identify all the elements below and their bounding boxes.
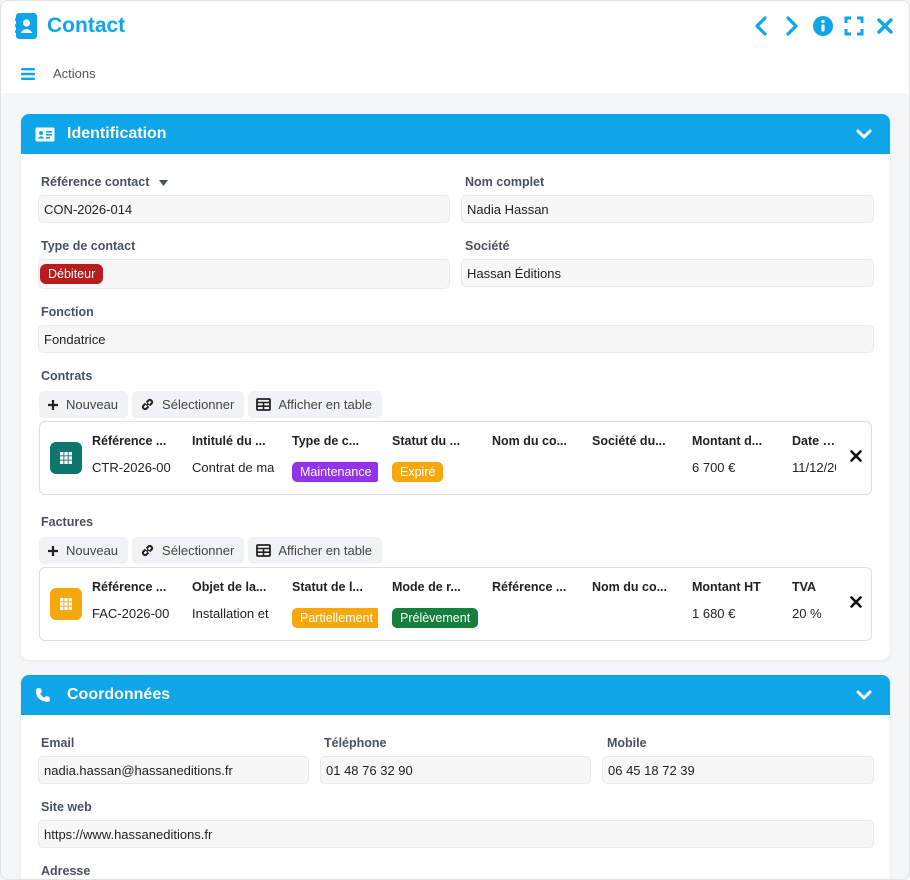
table-cell[interactable]: Société du... — [592, 422, 678, 496]
top-bar: Contact Actions — [1, 1, 909, 93]
remove-icon[interactable] — [850, 596, 862, 608]
type-badge: Maintenance — [292, 462, 378, 482]
societe-field[interactable]: Hassan Éditions — [461, 259, 874, 287]
coordonnees-header[interactable]: Coordonnées — [21, 675, 890, 715]
chevron-left-icon[interactable] — [750, 15, 771, 36]
reference-label: Référence contact — [41, 175, 168, 189]
coordonnees-section: Coordonnées Email nadia.hassan@hassanedi… — [21, 675, 890, 879]
table-cell[interactable]: Statut du ... Expiré — [392, 422, 478, 496]
factures-label: Factures — [41, 515, 94, 529]
contrats-table: Référence ... CTR-2026-00 Intitulé du ...… — [39, 421, 872, 495]
id-card-icon — [35, 125, 57, 143]
email-field[interactable]: nadia.hassan@hassaneditions.fr — [38, 756, 309, 784]
adresse-label: Adresse — [41, 864, 91, 878]
table-cell[interactable]: Statut de l... Partiellement — [292, 568, 378, 642]
remove-icon[interactable] — [850, 450, 862, 462]
table-cell[interactable]: Référence ... CTR-2026-00 — [92, 422, 178, 496]
caret-down-icon[interactable] — [158, 180, 168, 186]
fullscreen-icon[interactable] — [843, 15, 864, 36]
telephone-field[interactable]: 01 48 76 32 90 — [320, 756, 591, 784]
factures-select-button[interactable]: Sélectionner — [132, 537, 245, 564]
contrats-select-button[interactable]: Sélectionner — [132, 391, 245, 418]
site-field[interactable]: https://www.hassaneditions.fr — [38, 820, 874, 848]
actions-menu[interactable]: Actions — [21, 66, 96, 81]
status-badge: Expiré — [392, 462, 444, 482]
fonction-label: Fonction — [41, 305, 94, 319]
table-cell[interactable]: Objet de la... Installation et — [192, 568, 278, 642]
status-badge: Partiellement — [292, 608, 378, 628]
telephone-label: Téléphone — [324, 736, 387, 750]
table-cell[interactable]: Montant d... 6 700 € — [692, 422, 778, 496]
contrats-toolbar: Nouveau Sélectionner Afficher en table — [39, 391, 383, 418]
type-field[interactable]: Débiteur — [38, 259, 450, 289]
table-cell[interactable]: Référence ... — [492, 568, 578, 642]
identification-header[interactable]: Identification — [21, 114, 890, 154]
site-label: Site web — [41, 800, 92, 814]
contrats-table-button[interactable]: Afficher en table — [248, 391, 383, 418]
section-title: Identification — [67, 125, 167, 142]
table-icon — [256, 398, 272, 411]
page-title: Contact — [47, 14, 126, 37]
societe-label: Société — [465, 239, 510, 253]
factures-table: Référence ... FAC-2026-00 Objet de la... I… — [39, 567, 872, 641]
contact-window: Contact Actions Identification Référence… — [0, 0, 910, 880]
fonction-field[interactable]: Fondatrice — [38, 325, 874, 353]
table-cell[interactable]: TVA 20 % — [792, 568, 836, 642]
mobile-label: Mobile — [607, 736, 647, 750]
contrats-label: Contrats — [41, 369, 93, 383]
factures-table-button[interactable]: Afficher en table — [248, 537, 383, 564]
grid-icon — [50, 588, 82, 620]
phone-icon — [35, 686, 57, 704]
section-title: Coordonnées — [67, 686, 171, 703]
address-book-icon — [15, 13, 37, 39]
close-icon[interactable] — [874, 15, 895, 36]
factures-toolbar: Nouveau Sélectionner Afficher en table — [39, 537, 383, 564]
mobile-field[interactable]: 06 45 18 72 39 — [602, 756, 874, 784]
nom-label: Nom complet — [465, 175, 545, 189]
reference-field[interactable]: CON-2026-014 — [38, 195, 450, 223]
payment-mode-badge: Prélèvement — [392, 608, 478, 628]
table-cell[interactable]: Mode de r... Prélèvement — [392, 568, 478, 642]
hamburger-icon[interactable] — [21, 67, 35, 80]
grid-icon — [50, 442, 82, 474]
table-cell[interactable]: Intitulé du ... Contrat de ma — [192, 422, 278, 496]
table-cell[interactable]: Montant HT 1 680 € — [692, 568, 778, 642]
chevron-right-icon[interactable] — [781, 15, 802, 36]
table-cell[interactable]: Nom du co... — [592, 568, 678, 642]
type-label: Type de contact — [41, 239, 136, 253]
plus-icon — [48, 399, 58, 410]
email-label: Email — [41, 736, 75, 750]
table-icon — [256, 544, 272, 557]
factures-new-button[interactable]: Nouveau — [39, 537, 129, 564]
table-cell[interactable]: Date de11/12/20 — [792, 422, 836, 496]
nom-field[interactable]: Nadia Hassan — [461, 195, 874, 223]
chevron-down-icon[interactable] — [856, 126, 872, 142]
table-cell[interactable]: Type de c... Maintenance — [292, 422, 378, 496]
link-icon — [141, 398, 154, 411]
actions-label[interactable]: Actions — [53, 66, 96, 81]
table-cell[interactable]: Nom du co... — [492, 422, 578, 496]
title-row: Contact — [15, 13, 125, 39]
table-cell[interactable]: Référence ... FAC-2026-00 — [92, 568, 178, 642]
identification-section: Identification Référence contact CON-202… — [21, 114, 890, 660]
contrats-new-button[interactable]: Nouveau — [39, 391, 129, 418]
chevron-down-icon[interactable] — [856, 687, 872, 703]
info-icon[interactable] — [812, 15, 833, 36]
link-icon — [141, 544, 154, 557]
window-controls — [750, 15, 895, 36]
status-badge: Débiteur — [40, 264, 104, 284]
plus-icon — [48, 545, 58, 556]
